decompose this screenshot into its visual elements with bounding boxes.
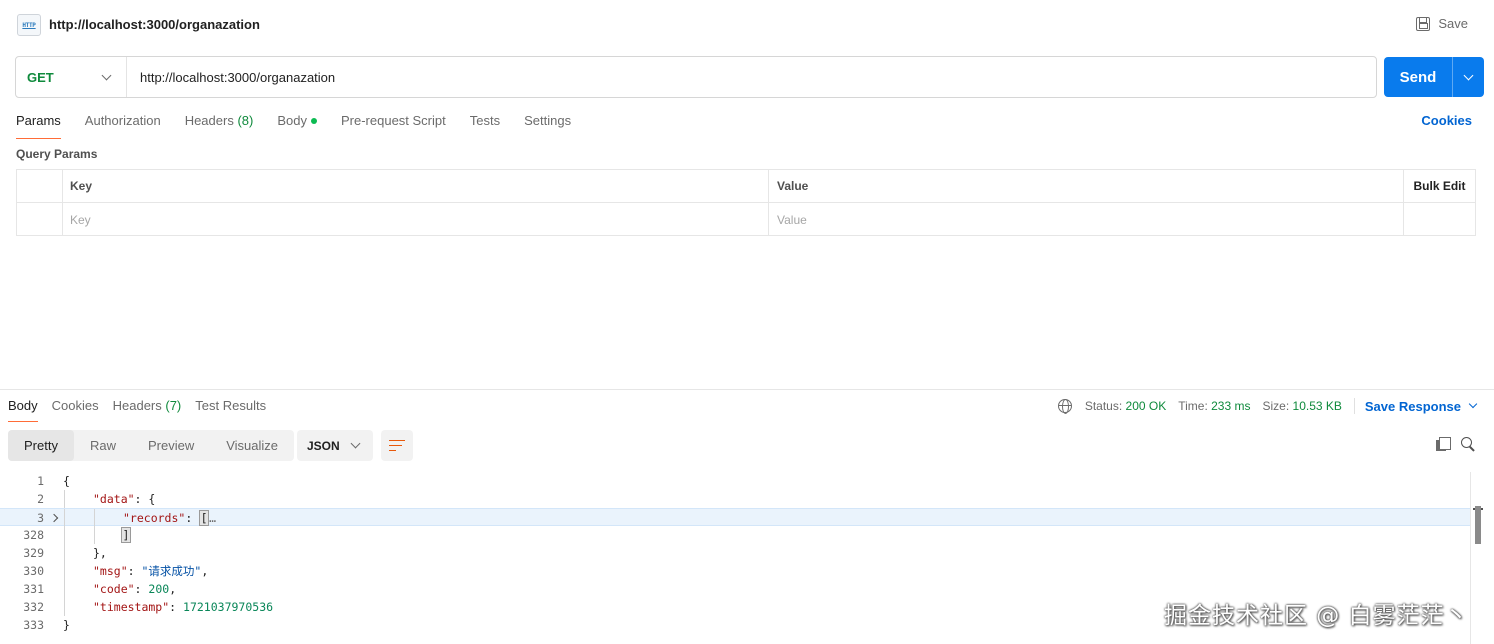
size-info[interactable]: Size: 10.53 KB xyxy=(1262,399,1341,413)
meta-divider xyxy=(1353,398,1355,414)
copy-icon[interactable] xyxy=(1436,437,1451,451)
key-input[interactable]: Key xyxy=(63,203,769,236)
response-tabs: Body Cookies Headers (7) Test Results xyxy=(8,398,280,422)
tab-tests[interactable]: Tests xyxy=(470,113,500,136)
wrap-lines-button[interactable] xyxy=(381,430,413,461)
time-info[interactable]: Time: 233 ms xyxy=(1178,399,1250,413)
url-bar: GET xyxy=(15,56,1377,98)
save-icon xyxy=(1416,16,1431,31)
tab-authorization[interactable]: Authorization xyxy=(85,113,161,136)
request-title[interactable]: http://localhost:3000/organazation xyxy=(49,17,260,32)
tab-body[interactable]: Body xyxy=(277,113,317,136)
tab-pre-request-script[interactable]: Pre-request Script xyxy=(341,113,446,136)
code-text: "msg": "请求成功", xyxy=(93,564,209,578)
method-select[interactable]: GET xyxy=(16,57,127,97)
tab-settings[interactable]: Settings xyxy=(524,113,571,136)
code-line: 328 ] xyxy=(0,526,1494,544)
line-number: 331 xyxy=(23,582,44,596)
code-line: 329 }, xyxy=(0,544,1494,562)
query-params-table: Key Value Bulk Edit Key Value xyxy=(16,169,1476,236)
row-checkbox-cell[interactable] xyxy=(17,203,63,236)
code-text: ] xyxy=(121,527,131,543)
row-spacer xyxy=(1404,203,1475,236)
code-text: "code": 200, xyxy=(93,582,177,596)
tab-headers[interactable]: Headers (8) xyxy=(185,113,254,136)
code-line: 2 "data": { xyxy=(0,490,1494,508)
value-column-header: Value xyxy=(769,170,1404,202)
pane-divider[interactable] xyxy=(0,389,1494,390)
query-params-label: Query Params xyxy=(16,147,98,161)
request-title-bar: HTTP http://localhost:3000/organazation … xyxy=(0,0,1494,50)
response-headers-count: (7) xyxy=(165,398,182,413)
code-line-highlighted: 3 "records": [… xyxy=(0,508,1470,527)
chevron-down-icon xyxy=(1468,399,1478,409)
send-label: Send xyxy=(1399,68,1437,86)
format-label: JSON xyxy=(307,438,340,453)
size-value: 10.53 KB xyxy=(1292,399,1342,413)
view-pretty[interactable]: Pretty xyxy=(8,430,74,461)
select-column xyxy=(17,170,63,202)
key-column-header: Key xyxy=(63,170,769,202)
url-input[interactable] xyxy=(140,69,1340,85)
line-number: 3 xyxy=(37,511,44,525)
table-header-row: Key Value Bulk Edit xyxy=(17,170,1475,203)
line-number: 330 xyxy=(23,564,44,578)
view-raw[interactable]: Raw xyxy=(74,430,132,461)
tab-response-headers[interactable]: Headers (7) xyxy=(113,398,182,420)
view-visualize[interactable]: Visualize xyxy=(210,430,294,461)
view-preview[interactable]: Preview xyxy=(132,430,210,461)
line-number: 1 xyxy=(37,474,44,488)
save-button[interactable]: Save xyxy=(1416,16,1468,31)
send-button[interactable]: Send xyxy=(1384,57,1484,97)
code-text: "data": { xyxy=(93,492,156,506)
globe-icon[interactable] xyxy=(1057,399,1072,414)
table-row: Key Value xyxy=(17,203,1475,236)
tab-params[interactable]: Params xyxy=(16,113,61,139)
line-number: 2 xyxy=(37,492,44,506)
line-number: 332 xyxy=(23,600,44,614)
response-meta: Status: 200 OK Time: 233 ms Size: 10.53 … xyxy=(1057,398,1478,414)
chevron-down-icon xyxy=(101,70,112,80)
format-select[interactable]: JSON xyxy=(297,430,373,461)
code-line: 1 { xyxy=(0,472,1494,490)
value-input[interactable]: Value xyxy=(769,203,1404,236)
editor-scrollbar[interactable] xyxy=(1470,472,1484,644)
save-label: Save xyxy=(1438,16,1468,31)
code-text: } xyxy=(63,618,70,632)
line-number: 328 xyxy=(23,528,44,542)
line-number: 333 xyxy=(23,618,44,632)
http-request-icon: HTTP xyxy=(17,14,41,36)
headers-count: (8) xyxy=(237,113,254,128)
bulk-edit-button[interactable]: Bulk Edit xyxy=(1404,170,1475,202)
view-mode-selector: Pretty Raw Preview Visualize xyxy=(8,430,295,461)
scrollbar-thumb[interactable] xyxy=(1475,506,1481,544)
watermark: 掘金技术社区 @ 白雾茫茫丶 xyxy=(1164,603,1469,629)
cookies-link[interactable]: Cookies xyxy=(1421,113,1472,128)
tab-response-cookies[interactable]: Cookies xyxy=(52,398,99,420)
code-text: { xyxy=(63,474,70,488)
search-icon[interactable] xyxy=(1461,437,1475,451)
request-tabs: Params Authorization Headers (8) Body Pr… xyxy=(16,113,595,139)
chevron-down-icon xyxy=(350,438,361,449)
status-value: 200 OK xyxy=(1125,399,1167,413)
save-response-button[interactable]: Save Response xyxy=(1365,399,1478,414)
code-text: "records": [… xyxy=(123,510,217,526)
body-indicator-dot xyxy=(310,118,317,124)
code-text: }, xyxy=(93,546,107,560)
status-info[interactable]: Status: 200 OK xyxy=(1085,399,1166,413)
tab-response-body[interactable]: Body xyxy=(8,398,38,422)
time-value: 233 ms xyxy=(1211,399,1251,413)
code-text: "timestamp": 1721037970536 xyxy=(93,600,274,614)
send-options-chevron-icon[interactable] xyxy=(1463,70,1474,80)
wrap-lines-icon xyxy=(389,439,405,452)
tab-test-results[interactable]: Test Results xyxy=(195,398,266,420)
send-divider xyxy=(1452,57,1453,97)
method-label: GET xyxy=(27,69,54,85)
code-line: 330 "msg": "请求成功", xyxy=(0,562,1494,580)
line-number: 329 xyxy=(23,546,44,560)
